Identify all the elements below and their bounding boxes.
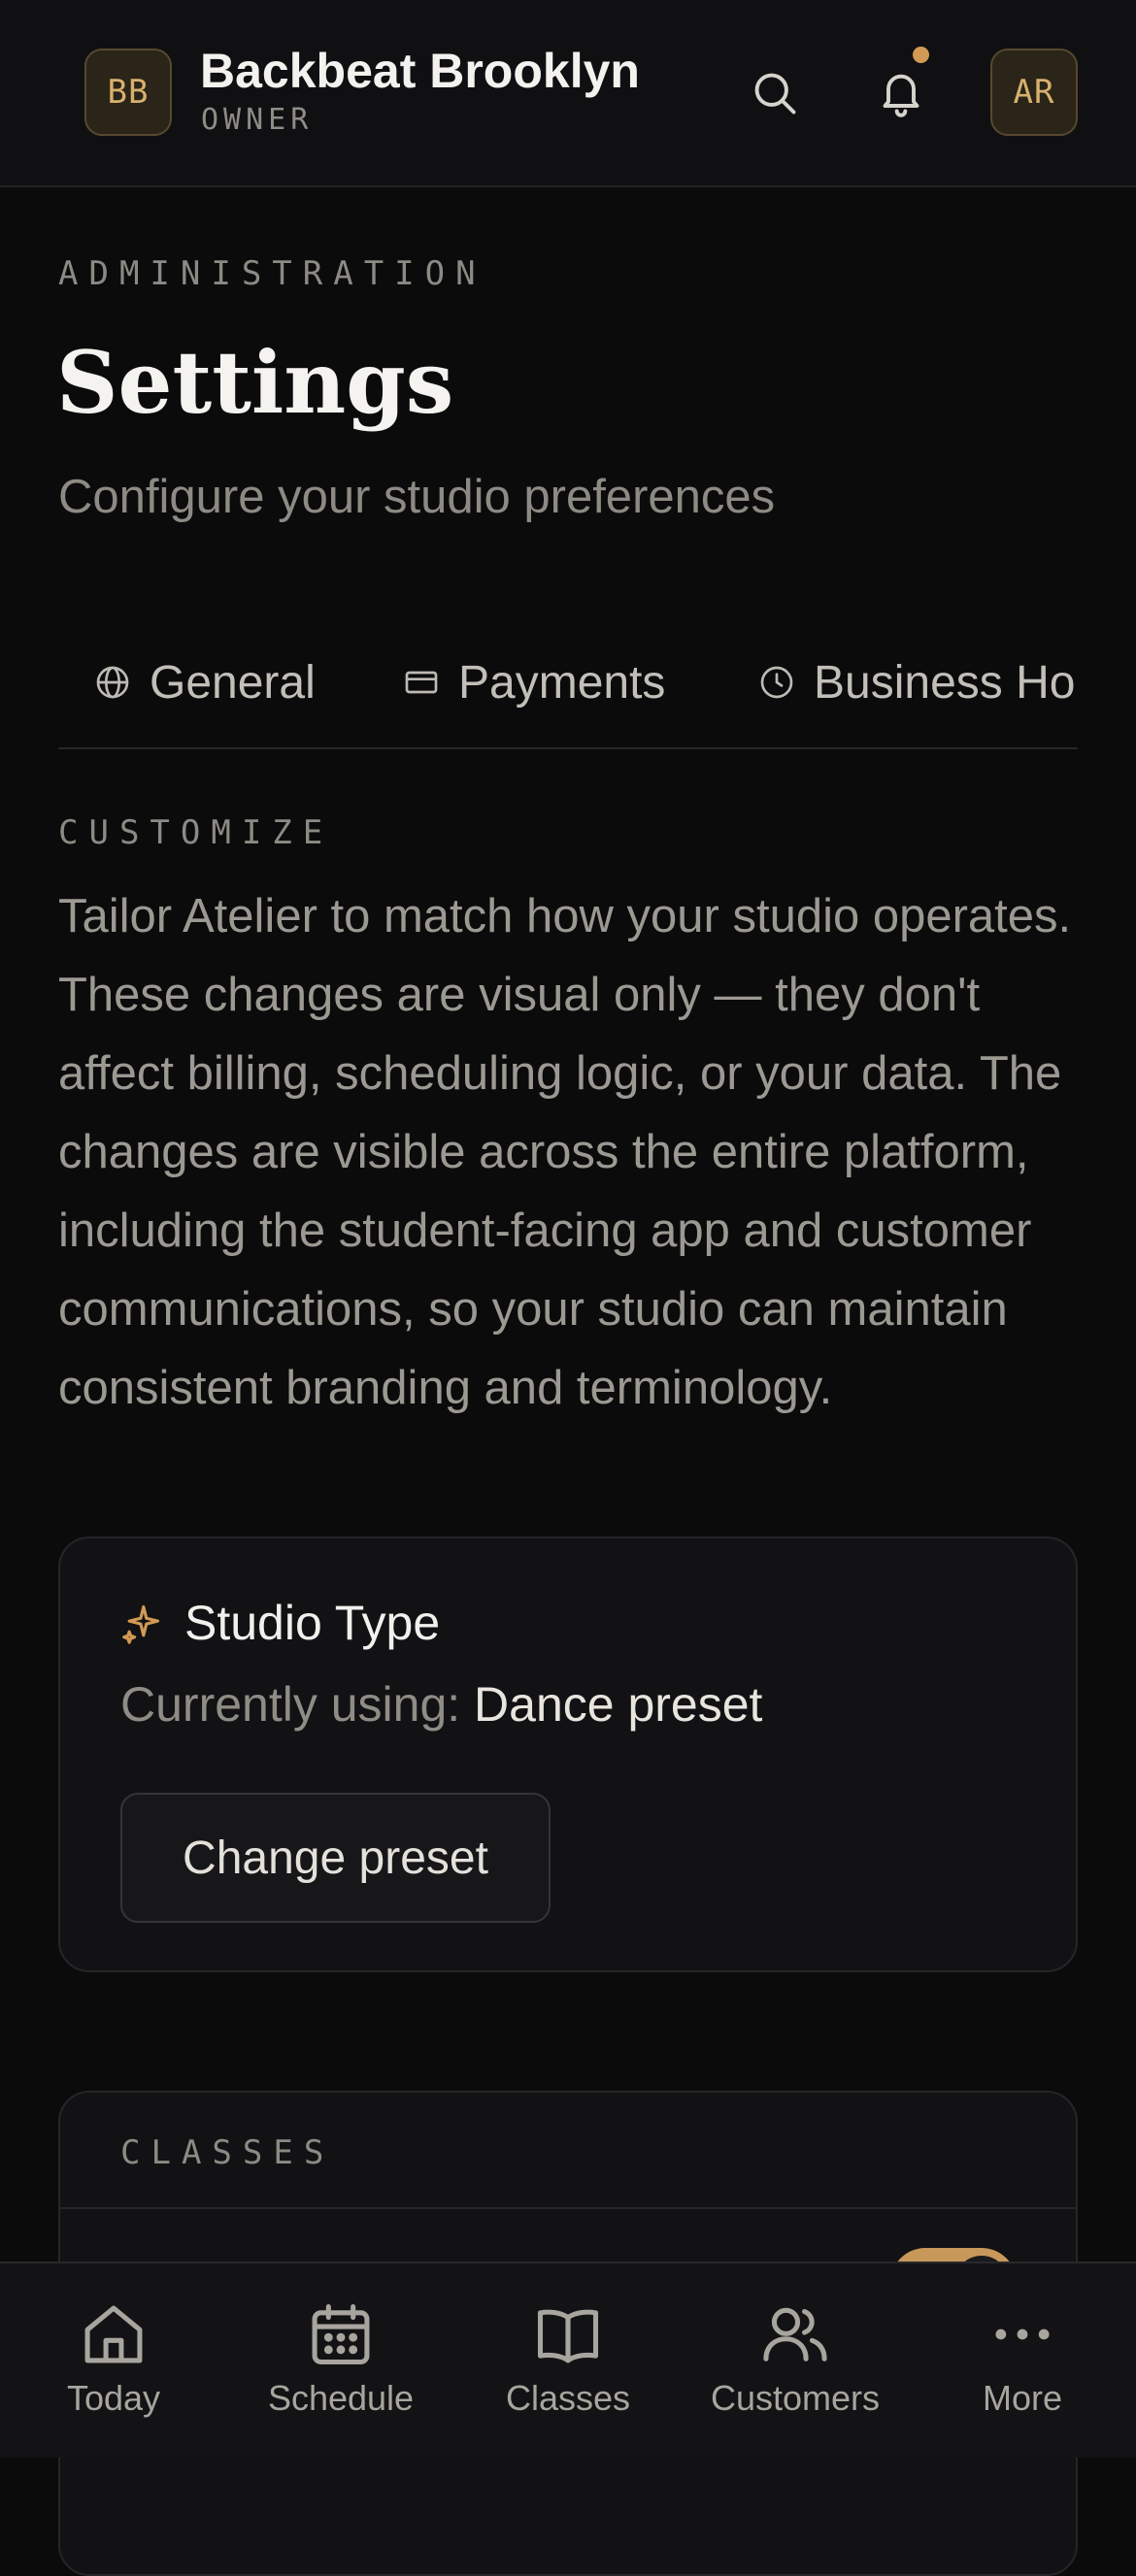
change-preset-button[interactable]: Change preset xyxy=(120,1793,551,1923)
settings-tabs: General Payments Business Ho xyxy=(58,650,1078,749)
studio-type-heading: Studio Type xyxy=(120,1595,440,1651)
nav-label: Schedule xyxy=(267,2378,415,2418)
nav-more[interactable]: More xyxy=(911,2263,1134,2460)
bottom-nav: Today Schedule Classes Customers More xyxy=(0,2262,1136,2458)
divider xyxy=(60,2207,1076,2209)
current-preset-value: Dance preset xyxy=(474,1677,763,1732)
search-button[interactable] xyxy=(736,54,814,132)
top-bar: BB Backbeat Brooklyn OWNER AR xyxy=(0,0,1136,187)
tab-label: Payments xyxy=(458,656,666,709)
book-icon xyxy=(531,2293,605,2376)
notification-dot xyxy=(913,47,929,63)
nav-label: Customers xyxy=(710,2378,881,2418)
current-preset: Currently using: Dance preset xyxy=(120,1676,762,1733)
page-subtitle: Configure your studio preferences xyxy=(58,471,776,523)
nav-classes[interactable]: Classes xyxy=(456,2263,680,2460)
users-icon xyxy=(758,2293,832,2376)
current-preset-prefix: Currently using: xyxy=(120,1677,475,1732)
studio-type-title: Studio Type xyxy=(184,1596,441,1650)
nav-label: Classes xyxy=(505,2378,631,2418)
home-icon xyxy=(77,2293,150,2376)
customize-description: Tailor Atelier to match how your studio … xyxy=(58,890,1072,1414)
tab-label: General xyxy=(150,656,316,709)
customize-eyebrow: CUSTOMIZE xyxy=(58,813,334,852)
sparkles-icon xyxy=(120,1602,163,1644)
more-icon xyxy=(986,2293,1059,2376)
bell-icon xyxy=(883,74,919,117)
studio-role: OWNER xyxy=(201,103,314,137)
calendar-icon xyxy=(304,2293,378,2376)
page-title: Settings xyxy=(56,332,454,433)
studio-type-card: Studio Type Currently using: Dance prese… xyxy=(58,1536,1078,1972)
tab-label: Business Ho xyxy=(814,656,1076,709)
classes-eyebrow: CLASSES xyxy=(120,2133,335,2172)
tab-business-hours[interactable]: Business Ho xyxy=(757,650,1075,714)
clock-icon xyxy=(757,663,796,702)
tab-payments[interactable]: Payments xyxy=(402,650,665,714)
user-avatar[interactable]: AR xyxy=(990,49,1078,136)
studio-avatar[interactable]: BB xyxy=(84,49,172,136)
card-icon xyxy=(402,663,441,702)
nav-customers[interactable]: Customers xyxy=(684,2263,907,2460)
notifications-button[interactable] xyxy=(862,54,940,132)
globe-icon xyxy=(93,663,132,702)
nav-today[interactable]: Today xyxy=(2,2263,225,2460)
tab-general[interactable]: General xyxy=(93,650,316,714)
search-icon xyxy=(754,73,796,115)
studio-name[interactable]: Backbeat Brooklyn xyxy=(200,43,640,99)
section-eyebrow: ADMINISTRATION xyxy=(58,254,486,293)
nav-label: More xyxy=(982,2378,1063,2418)
nav-schedule[interactable]: Schedule xyxy=(229,2263,452,2460)
nav-label: Today xyxy=(66,2378,161,2418)
